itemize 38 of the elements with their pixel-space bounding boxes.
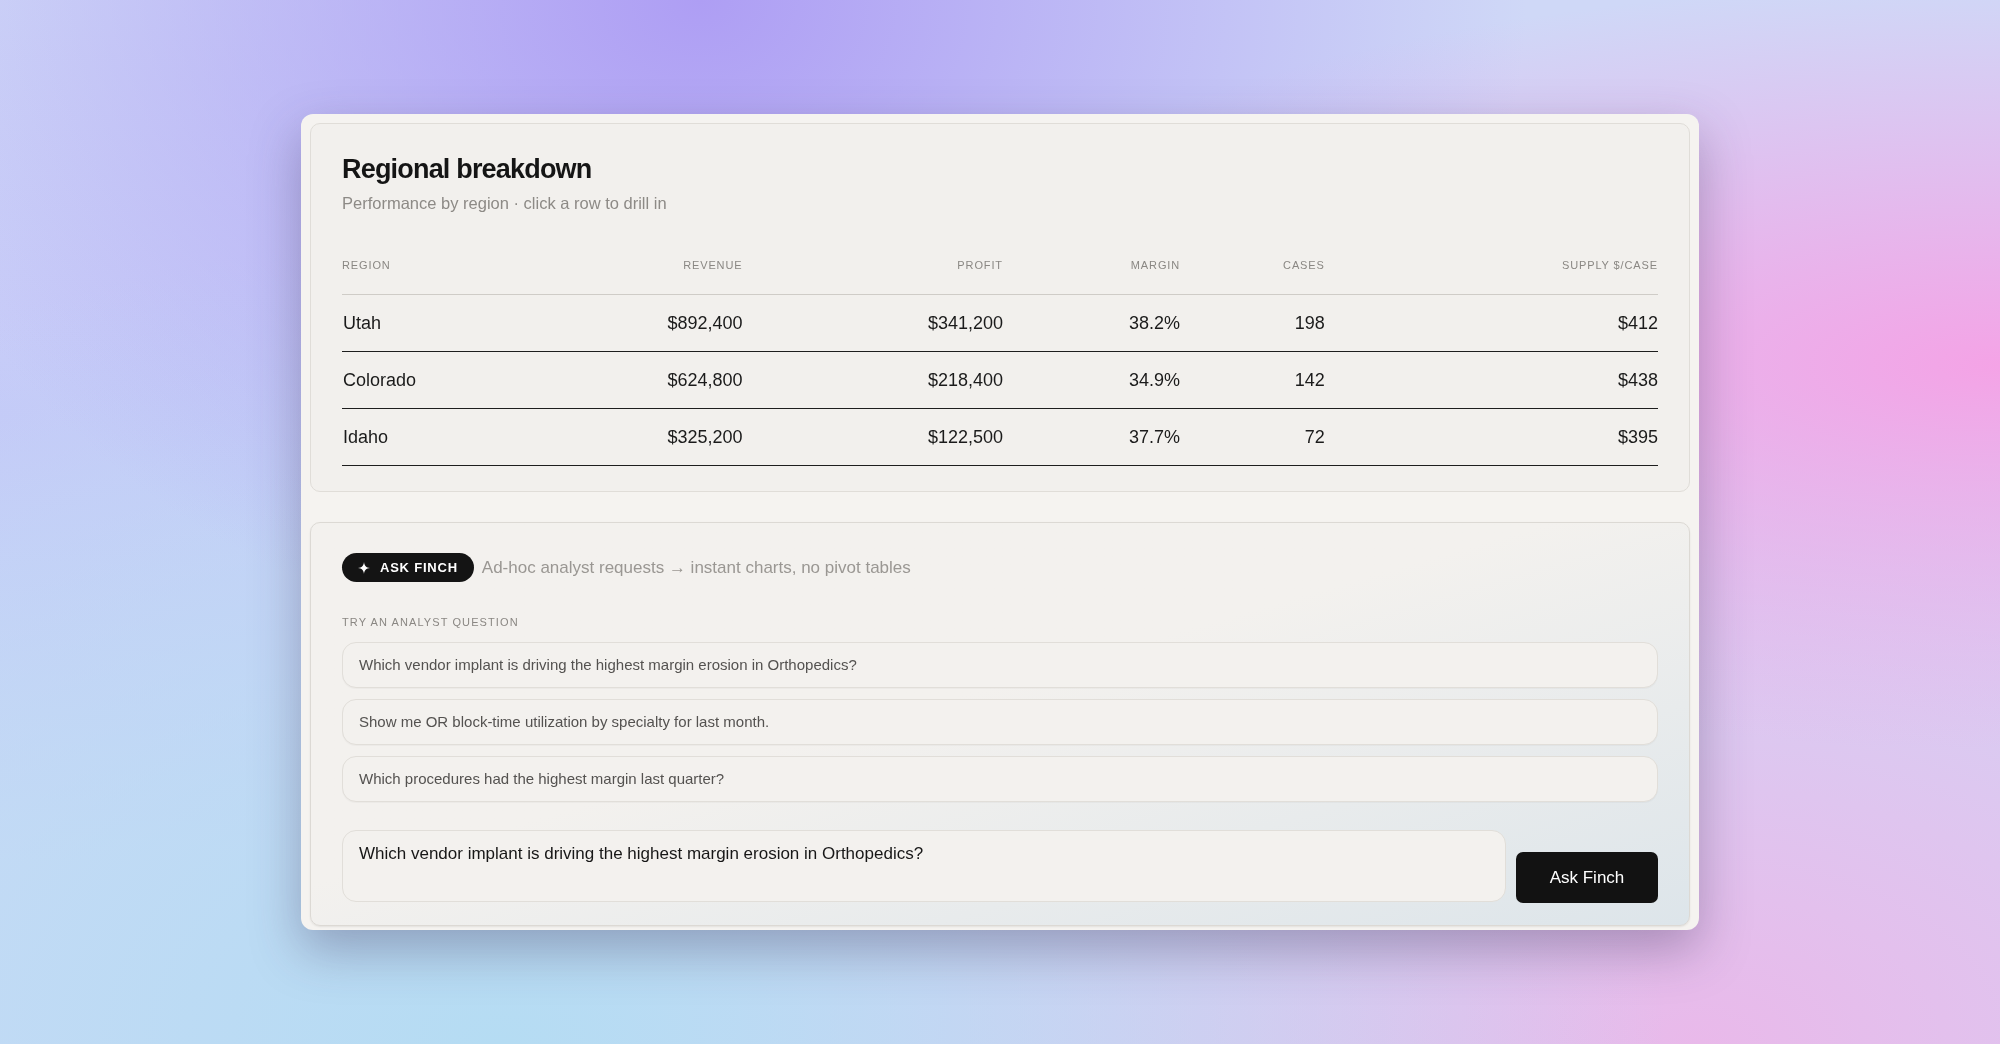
table-cell: 37.7% — [1129, 426, 1181, 447]
region-row[interactable]: Colorado $624,800 $218,400 34.9% 142 $438 — [342, 351, 1658, 409]
question-input[interactable]: Which vendor implant is driving the highest margin erosion in Orthopedics? — [342, 830, 1506, 902]
column-header: SUPPLY $/CASE — [1561, 259, 1658, 271]
table-cell: 198 — [1294, 312, 1325, 333]
panel-title: Regional breakdown — [342, 153, 593, 185]
table-cell: $218,400 — [927, 369, 1003, 390]
region-row[interactable]: Idaho $325,200 $122,500 37.7% 72 $395 — [342, 408, 1658, 466]
column-header: PROFIT — [957, 259, 1003, 271]
table-cell: Idaho — [342, 426, 389, 447]
table-cell: $395 — [1617, 426, 1658, 447]
table-cell: $892,400 — [667, 312, 743, 333]
column-header: CASES — [1283, 259, 1325, 271]
ask-badge: ASK FINCH — [342, 553, 474, 582]
table-cell: $341,200 — [927, 312, 1003, 333]
table-cell: Colorado — [342, 369, 417, 390]
table-cell: 72 — [1304, 426, 1325, 447]
suggestions-label: TRY AN ANALYST QUESTION — [342, 615, 519, 629]
sparkle-icon — [358, 561, 370, 574]
table-cell: $325,200 — [667, 426, 743, 447]
table-cell: $412 — [1617, 312, 1658, 333]
table-cell: 34.9% — [1129, 369, 1181, 390]
tagline: Ad-hoc analyst requests → instant charts, no pivot tables — [481, 556, 911, 579]
column-header: REGION — [342, 259, 391, 271]
column-header: REVENUE — [683, 259, 743, 271]
suggestion-chip[interactable]: Which procedures had the highest margin last quarter? — [342, 756, 1658, 802]
suggestion-chip[interactable]: Which vendor implant is driving the highest margin erosion in Orthopedics? — [342, 642, 1658, 688]
table-cell: $122,500 — [927, 426, 1003, 447]
region-row[interactable]: Utah $892,400 $341,200 38.2% 198 $412 — [342, 294, 1658, 352]
ask-finch-button[interactable]: Ask Finch — [1516, 852, 1658, 903]
table-cell: Utah — [342, 312, 382, 333]
suggestion-chip[interactable]: Show me OR block-time utilization by specialty for last month. — [342, 699, 1658, 745]
table-cell: 142 — [1294, 369, 1325, 390]
table-cell: $624,800 — [667, 369, 743, 390]
column-header: MARGIN — [1130, 259, 1181, 271]
table-cell: $438 — [1617, 369, 1658, 390]
panel-subtitle: Performance by region · click a row to drill in — [342, 193, 668, 214]
table-cell: 38.2% — [1129, 312, 1181, 333]
